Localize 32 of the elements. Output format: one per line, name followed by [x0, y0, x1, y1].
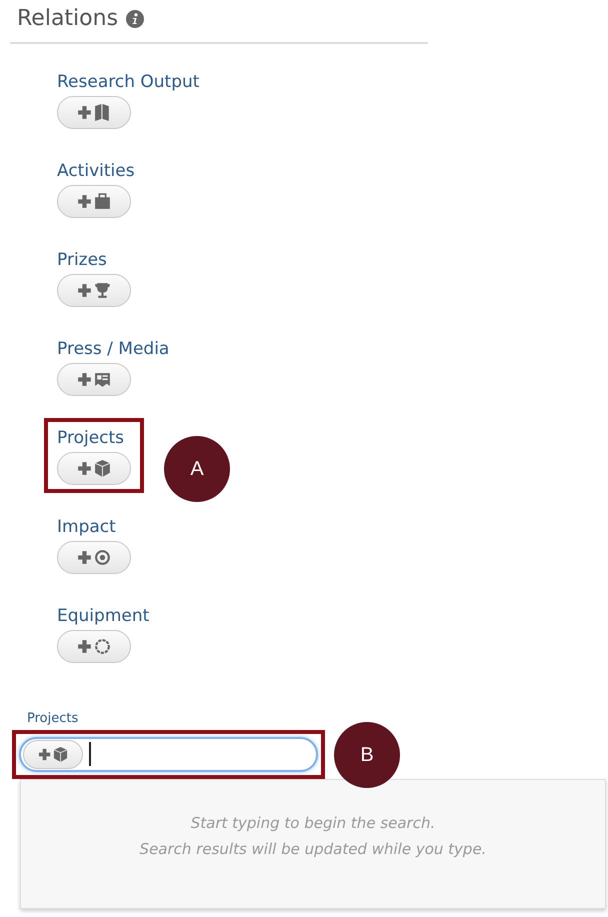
search-field[interactable]	[19, 736, 318, 772]
plus-trophy-icon	[76, 282, 112, 299]
relation-label: Impact	[57, 516, 117, 539]
add-button[interactable]	[57, 630, 131, 663]
add-button[interactable]	[57, 541, 131, 574]
relation-label: Activities	[57, 160, 135, 183]
plus-cube-icon	[76, 460, 112, 477]
add-button[interactable]	[23, 740, 83, 768]
callout-badge: A	[164, 436, 230, 502]
relation-label: Projects	[57, 427, 126, 450]
add-button[interactable]	[57, 363, 131, 396]
hint-text: Start typing to begin the search.	[190, 812, 436, 834]
plus-cube-icon	[37, 746, 69, 762]
relation-label: Equipment	[57, 605, 150, 628]
hint-text: Search results will be updated while you type.	[138, 838, 488, 860]
plus-target-icon	[76, 549, 112, 566]
callout-badge: B	[334, 722, 400, 788]
section-title: Relations	[17, 5, 118, 33]
relation-label: Prizes	[57, 249, 108, 272]
add-button[interactable]	[57, 185, 131, 218]
plus-briefcase-icon	[76, 193, 112, 210]
add-button[interactable]	[57, 274, 131, 307]
info-icon[interactable]	[126, 10, 144, 28]
text-cursor	[89, 742, 91, 766]
plus-book-icon	[76, 104, 112, 121]
plus-newspaper-icon	[76, 371, 112, 388]
add-button[interactable]	[57, 96, 131, 129]
plus-ring-icon	[76, 638, 112, 655]
relation-label: Research Output	[57, 71, 200, 94]
add-button[interactable]	[57, 452, 131, 485]
relation-label: Press / Media	[57, 338, 170, 361]
field-label: Projects	[27, 710, 80, 728]
